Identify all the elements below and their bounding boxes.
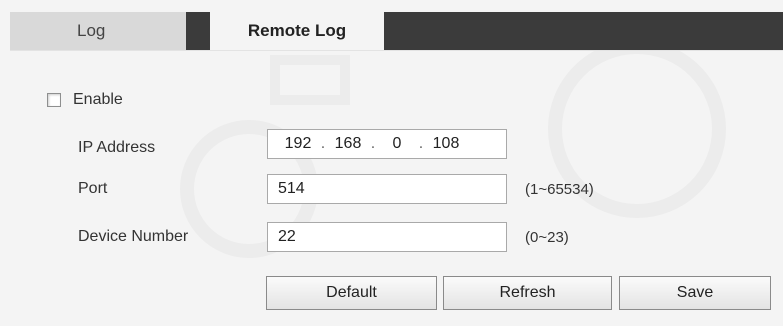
ip-address-input[interactable]: 192 . 168 . 0 . 108: [267, 129, 507, 159]
default-button[interactable]: Default: [266, 276, 437, 310]
ip-dot: .: [320, 135, 326, 152]
port-value: 514: [278, 180, 305, 197]
tab-remote-log[interactable]: Remote Log: [210, 12, 384, 50]
device-number-label: Device Number: [78, 228, 189, 245]
ip-dot: .: [370, 135, 376, 152]
enable-checkbox[interactable]: [47, 93, 61, 107]
enable-row: Enable: [47, 91, 123, 109]
refresh-button[interactable]: Refresh: [443, 276, 612, 310]
ip-octet-1[interactable]: 192: [280, 135, 316, 153]
divider: [10, 50, 783, 51]
device-number-range-hint: (0~23): [525, 229, 569, 246]
save-button[interactable]: Save: [619, 276, 771, 310]
ip-dot: .: [418, 135, 424, 152]
tab-log-label: Log: [77, 21, 106, 40]
save-button-label: Save: [676, 284, 714, 301]
background-decoration: [270, 55, 350, 105]
port-range-hint: (1~65534): [525, 181, 594, 198]
ip-octet-4[interactable]: 108: [428, 135, 464, 153]
refresh-button-label: Refresh: [499, 284, 556, 301]
enable-label: Enable: [73, 91, 123, 108]
ip-octet-3[interactable]: 0: [380, 135, 414, 153]
tab-divider: [186, 12, 194, 50]
port-input[interactable]: 514: [267, 174, 507, 204]
port-label: Port: [78, 180, 108, 197]
ip-address-label: IP Address: [78, 139, 156, 156]
ip-octet-2[interactable]: 168: [330, 135, 366, 153]
tab-remote-log-label: Remote Log: [247, 21, 347, 40]
tab-log[interactable]: Log: [10, 12, 186, 50]
device-number-value: 22: [278, 228, 296, 245]
default-button-label: Default: [326, 284, 377, 301]
device-number-input[interactable]: 22: [267, 222, 507, 252]
